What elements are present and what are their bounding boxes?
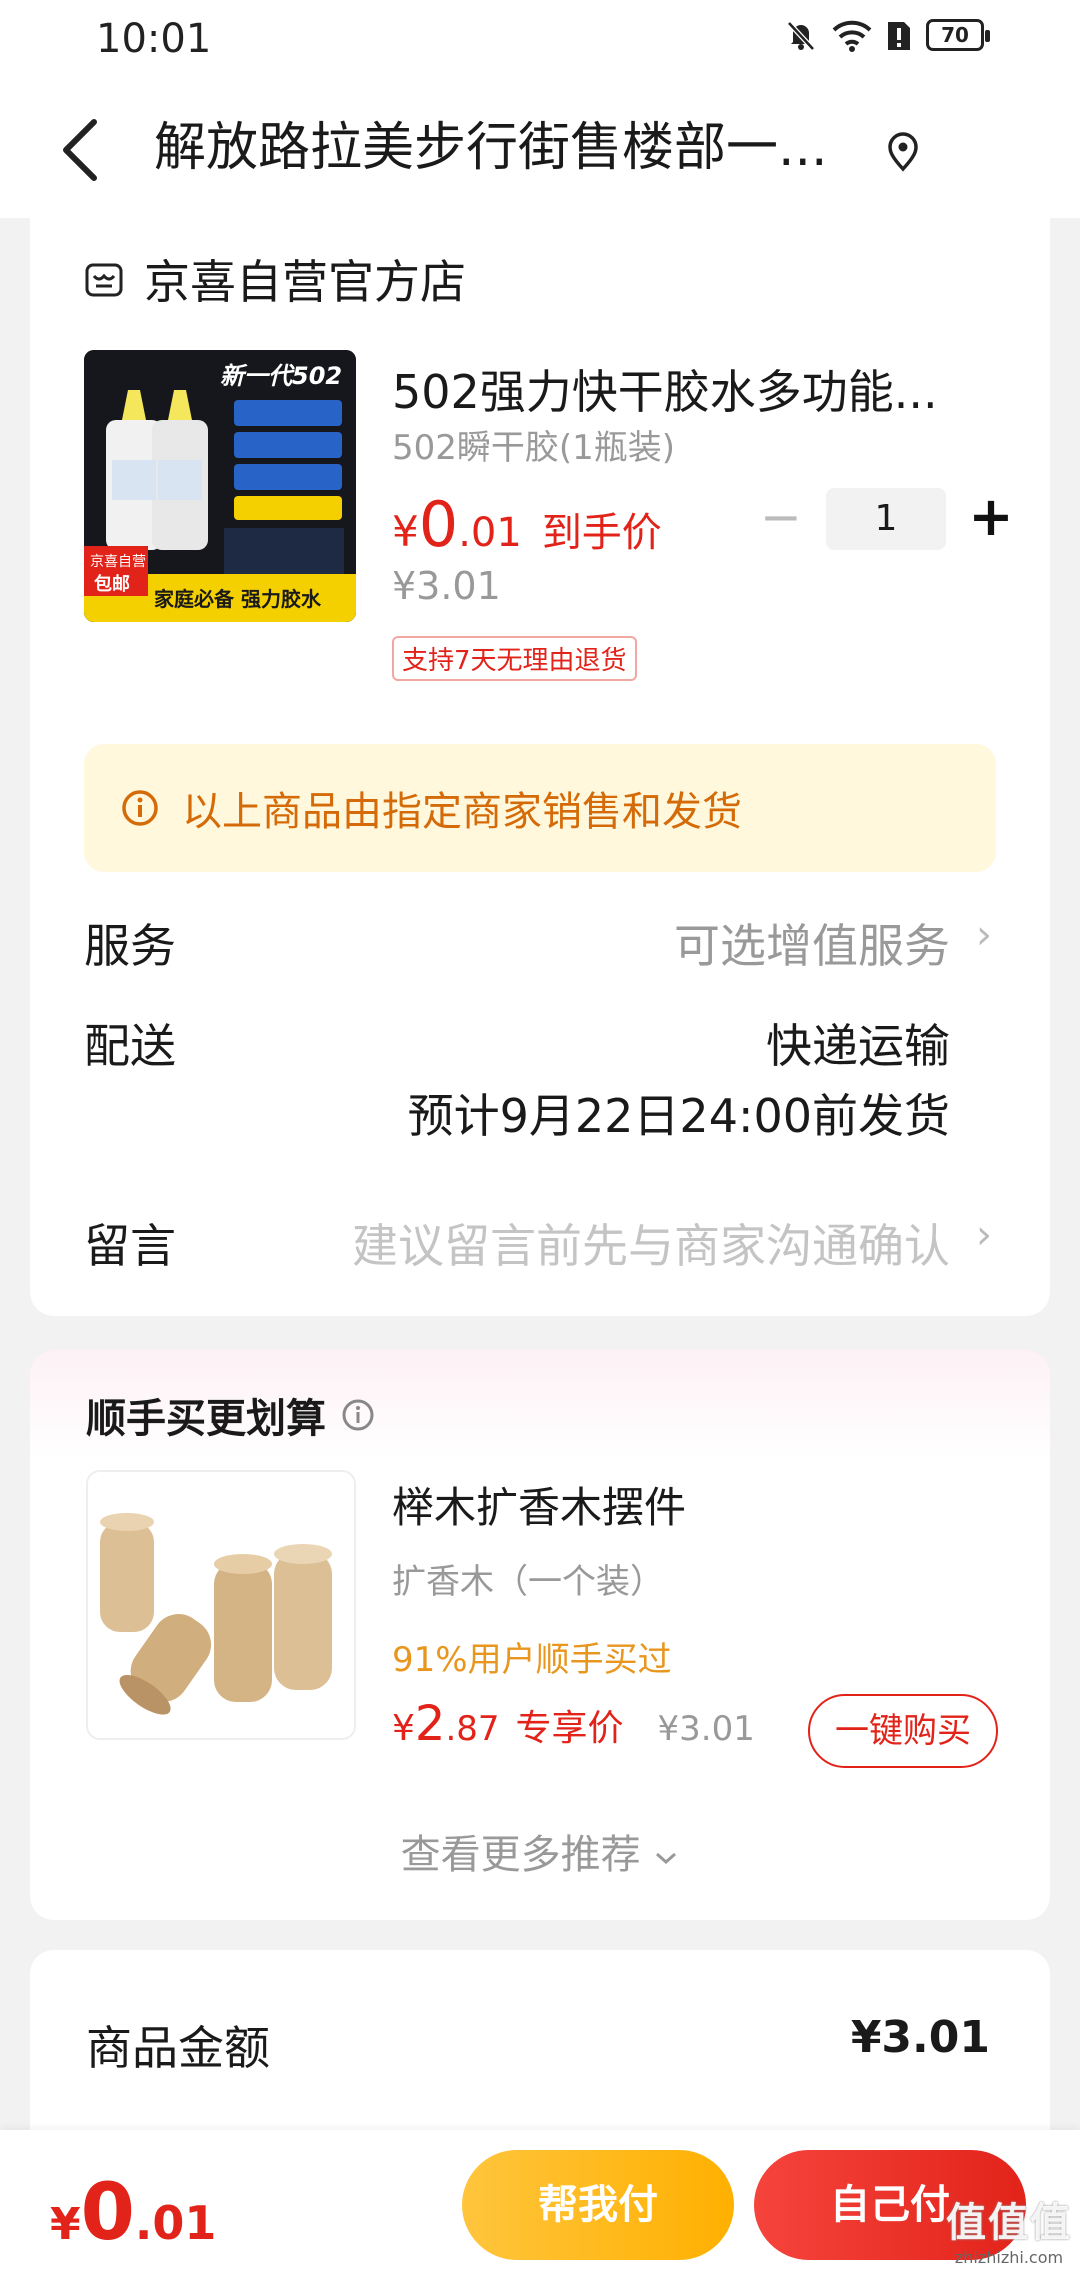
- summary-label: 商品金额: [86, 2021, 270, 2075]
- product-image[interactable]: 新一代502 京喜自营 包邮 家庭必备 强力胶水: [84, 350, 356, 622]
- rec-price-tag: 专享价: [515, 1708, 624, 1749]
- status-time: 10:01: [96, 16, 212, 62]
- order-card: 京喜自营官方店 新一代502 京喜自营 包邮 家庭必备 强力胶水 502强力快干…: [30, 218, 1050, 1316]
- status-bar: 10:01 70: [0, 0, 1080, 80]
- price-decimal: .01: [458, 510, 522, 556]
- sim-alert-icon: [888, 22, 910, 50]
- return-policy-badge: 支持7天无理由退货: [392, 636, 637, 681]
- more-recommend-label: 查看更多推荐: [400, 1832, 641, 1878]
- product-title[interactable]: 502强力快干胶水多功能...: [392, 356, 992, 422]
- chevron-down-icon: [656, 1852, 677, 1865]
- checkout-bar: ¥ 0 .01 帮我付 自己付: [0, 2130, 1080, 2280]
- original-price: ¥3.01: [392, 564, 501, 608]
- store-icon: [85, 263, 123, 297]
- wifi-icon: [832, 20, 872, 52]
- info-icon: [122, 790, 158, 826]
- recommend-item-image[interactable]: [86, 1470, 356, 1740]
- recommend-title: 顺手买更划算: [86, 1396, 326, 1442]
- mute-bell-icon: [787, 21, 815, 51]
- summary-value: ¥3.01: [850, 2012, 990, 2063]
- store-name: 京喜自营官方店: [144, 255, 466, 309]
- message-label: 留言: [84, 1219, 176, 1273]
- service-chevron-icon[interactable]: ›: [976, 912, 992, 958]
- service-value[interactable]: 可选增值服务: [674, 910, 950, 976]
- quantity-stepper: − 1 +: [748, 488, 1024, 550]
- message-chevron-icon[interactable]: ›: [976, 1212, 992, 1258]
- total-currency: ¥: [50, 2199, 81, 2250]
- product-spec[interactable]: 502瞬干胶(1瓶装): [392, 420, 675, 469]
- price-tag: 到手价: [541, 510, 662, 556]
- wooden-diffuser-illustration: [88, 1472, 354, 1738]
- watermark-url: zhizhizhi.com: [954, 2248, 1064, 2267]
- product-image-top-text: 新一代502: [220, 362, 342, 390]
- store-row[interactable]: 京喜自营官方店: [84, 246, 466, 312]
- watermark: 值值值 zhizhizhi.com: [946, 2190, 1072, 2267]
- recommend-title-row: 顺手买更划算: [86, 1386, 376, 1444]
- increase-button[interactable]: +: [958, 488, 1024, 550]
- total-decimal: .01: [134, 2196, 217, 2250]
- product-price: ¥ 0 .01 到手价: [392, 488, 662, 561]
- rec-original-price: ¥3.01: [657, 1709, 755, 1749]
- watermark-logo: 值值值: [946, 2200, 1072, 2246]
- info-circle-icon[interactable]: [340, 1397, 376, 1433]
- total-integer: 0: [80, 2168, 135, 2258]
- rec-price-currency: ¥: [392, 1708, 415, 1749]
- battery-icon: 70: [926, 19, 990, 51]
- location-pin-icon[interactable]: [885, 132, 921, 172]
- product-image-bottom-text: 家庭必备 强力胶水: [154, 587, 322, 611]
- total-price: ¥ 0 .01: [50, 2168, 216, 2258]
- recommend-item-hint: 91%用户顺手买过: [392, 1640, 672, 1680]
- rec-price-decimal: .87: [445, 1709, 500, 1749]
- back-arrow-icon[interactable]: [56, 116, 104, 184]
- rec-price-integer: 2: [414, 1696, 446, 1752]
- recommend-item-price: ¥ 2 .87 专享价 ¥3.01: [392, 1696, 755, 1752]
- status-icons: 70: [784, 18, 990, 52]
- decrease-button[interactable]: −: [748, 488, 814, 550]
- price-integer: 0: [418, 488, 459, 561]
- service-label: 服务: [84, 919, 176, 973]
- delivery-method[interactable]: 快递运输: [766, 1010, 950, 1076]
- price-currency: ¥: [392, 507, 419, 556]
- delivery-label: 配送: [84, 1019, 176, 1073]
- recommend-item-spec: 扩香木（一个装）: [392, 1562, 664, 1602]
- address-title[interactable]: 解放路拉美步行街售楼部一...: [154, 112, 874, 184]
- recommend-item-title[interactable]: 榉木扩香木摆件: [392, 1474, 686, 1535]
- product-image-badge-bottom: 包邮: [94, 573, 130, 595]
- message-input[interactable]: 建议留言前先与商家沟通确认: [352, 1210, 950, 1276]
- product-image-badge-top: 京喜自营: [90, 554, 146, 570]
- glue-product-illustration: 新一代502 京喜自营 包邮 家庭必备 强力胶水: [84, 350, 356, 622]
- more-recommend-link[interactable]: 查看更多推荐: [30, 1822, 1050, 1880]
- header: 解放路拉美步行街售楼部一...: [0, 80, 1080, 218]
- delivery-eta: 预计9月22日24:00前发货: [407, 1089, 950, 1143]
- one-click-buy-button[interactable]: 一键购买: [808, 1694, 998, 1768]
- notice-text: 以上商品由指定商家销售和发货: [182, 789, 742, 835]
- quantity-input[interactable]: 1: [826, 488, 946, 550]
- recommend-card: 顺手买更划算 榉木扩香木摆件 扩香木（一个装） 91%用户顺手买过 ¥ 2 .8…: [30, 1350, 1050, 1920]
- help-pay-button[interactable]: 帮我付: [462, 2150, 734, 2260]
- seller-notice: 以上商品由指定商家销售和发货: [84, 744, 996, 872]
